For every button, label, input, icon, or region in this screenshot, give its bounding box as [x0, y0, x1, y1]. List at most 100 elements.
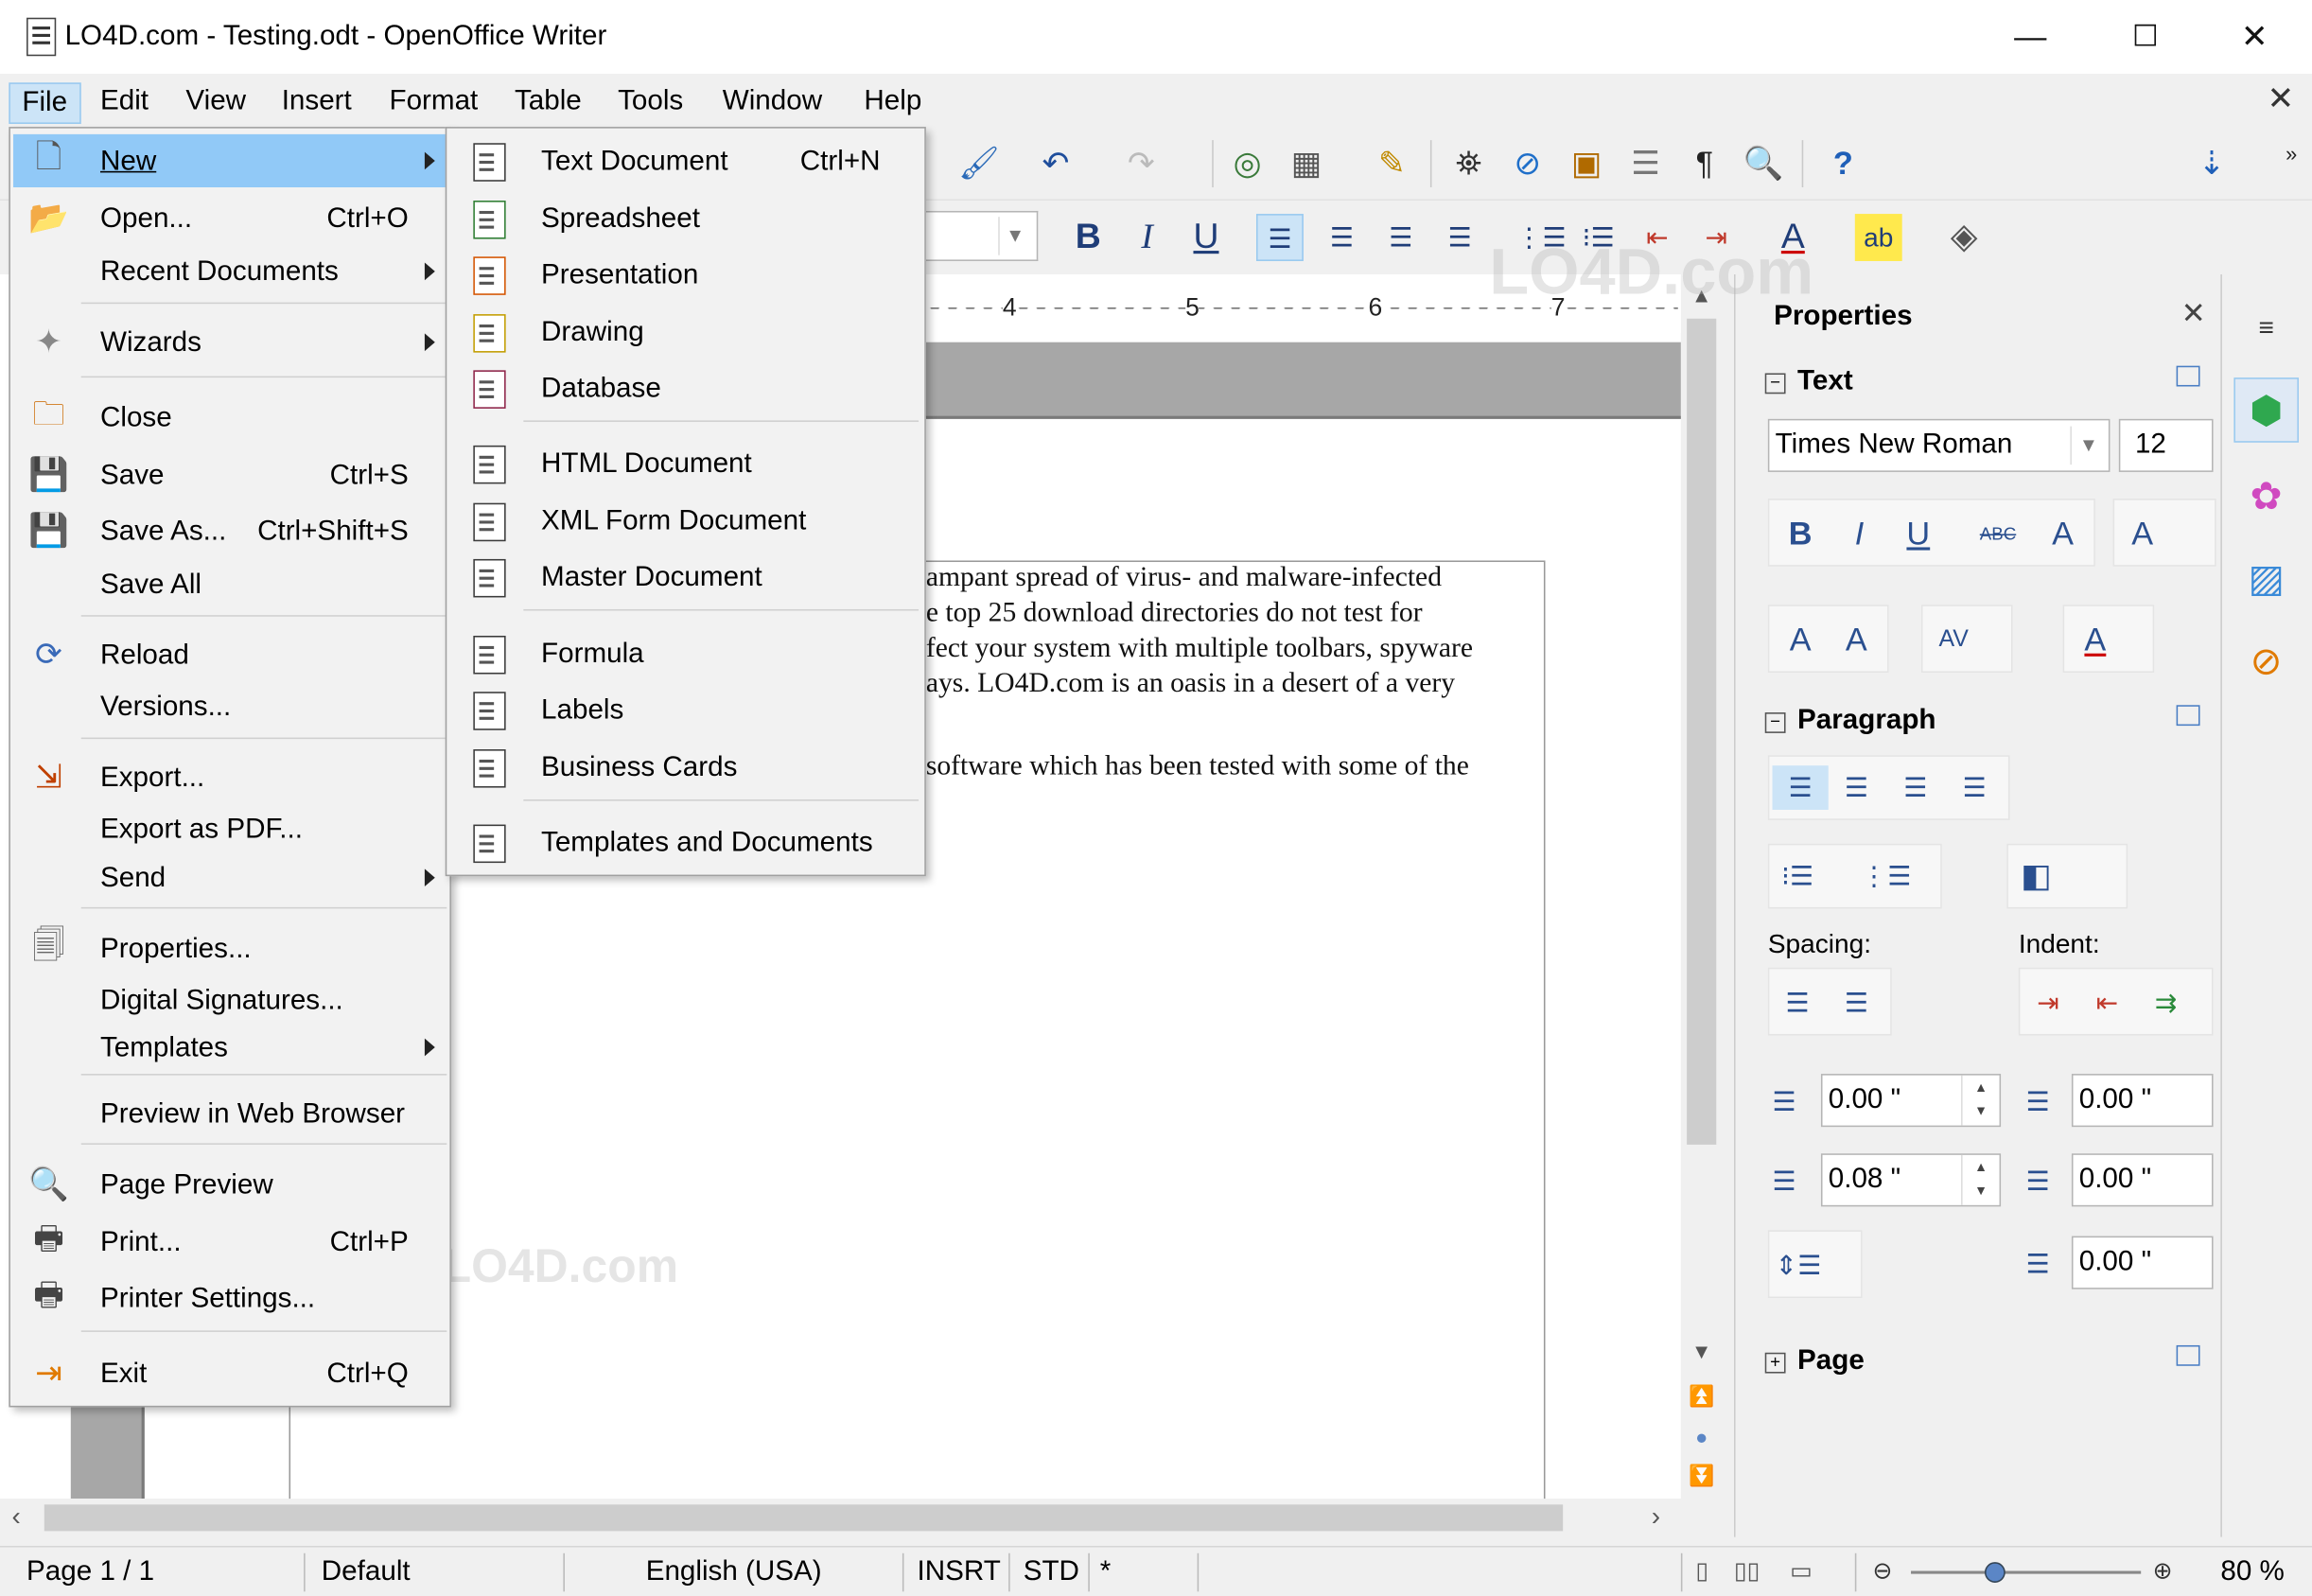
file-menu-versions[interactable]: Versions... — [13, 680, 447, 733]
file-menu-new[interactable]: 🗋 New — [13, 133, 447, 188]
menu-help[interactable]: Help — [852, 82, 934, 121]
decrease-indent-icon[interactable]: ⇤ — [2085, 981, 2129, 1026]
increase-spacing-icon[interactable]: ☰ — [1776, 981, 1820, 1026]
increase-font-icon[interactable]: A — [2120, 512, 2164, 556]
navigator-deck-icon[interactable]: ⊘ — [2233, 628, 2299, 693]
language-status[interactable]: English (USA) — [646, 1556, 822, 1588]
modified-indicator[interactable]: * — [1100, 1556, 1112, 1588]
menu-window[interactable]: Window — [710, 82, 833, 121]
insert-mode[interactable]: INSRT — [917, 1556, 1000, 1588]
italic-icon[interactable]: I — [1837, 512, 1882, 556]
navigator-icon[interactable]: ⊘ — [1507, 143, 1549, 184]
text-section-header[interactable]: − Text — [1764, 366, 1853, 398]
paragraph-background-icon[interactable]: ◧ — [2014, 854, 2058, 899]
navigation-icon[interactable]: ● — [1681, 1425, 1723, 1448]
file-menu-save-as[interactable]: 💾 Save As... Ctrl+Shift+S — [13, 504, 447, 557]
next-page-icon[interactable]: ⏬ — [1681, 1464, 1723, 1489]
spacing-below-field[interactable]: 0.08 " ▲ ▼ — [1820, 1153, 2002, 1207]
new-drawing[interactable]: Drawing — [449, 306, 921, 359]
single-page-view-icon[interactable]: ▯ — [1695, 1556, 1708, 1586]
more-options-icon[interactable] — [2176, 365, 2200, 387]
bold-icon[interactable]: B — [1064, 214, 1112, 261]
collapse-icon[interactable]: − — [1764, 373, 1786, 395]
line-spacing-icon[interactable]: ⇕☰ — [1776, 1243, 1822, 1288]
scroll-thumb[interactable] — [44, 1504, 1564, 1532]
scroll-down-icon[interactable]: ▼ — [1681, 1340, 1723, 1363]
font-size-field[interactable]: 12 — [2118, 418, 2214, 472]
superscript-icon[interactable]: A — [1778, 618, 1823, 662]
file-menu-export-pdf[interactable]: Export as PDF... — [13, 802, 447, 855]
menu-edit[interactable]: Edit — [89, 82, 161, 121]
file-menu-reload[interactable]: ⟳ Reload — [13, 628, 447, 681]
file-menu-digital-signatures[interactable]: Digital Signatures... — [13, 973, 447, 1026]
clone-formatting-icon[interactable]: 🖌 — [958, 143, 1000, 184]
new-spreadsheet[interactable]: Spreadsheet — [449, 192, 921, 245]
close-sidebar-icon[interactable]: ✕ — [2181, 295, 2206, 332]
zoom-slider-thumb[interactable] — [1984, 1562, 2005, 1583]
indent-first-field[interactable]: 0.00 " — [2071, 1236, 2214, 1289]
find-next-arrow-icon[interactable]: ⇣ — [2191, 143, 2233, 184]
justify-icon[interactable]: ☰ — [1436, 214, 1483, 261]
menu-insert[interactable]: Insert — [270, 82, 363, 121]
zoom-out-icon[interactable]: ⊖ — [1873, 1556, 1893, 1586]
find-replace-binoculars-icon[interactable]: ⛯ — [1448, 143, 1490, 184]
hanging-indent-icon[interactable]: ⇉ — [2144, 981, 2188, 1026]
menu-file[interactable]: File — [9, 82, 81, 124]
indent-after-field[interactable]: 0.00 " — [2071, 1153, 2214, 1207]
font-color-icon[interactable]: A — [2073, 618, 2117, 662]
align-left-icon[interactable]: ☰ — [1772, 765, 1829, 810]
data-sources-icon[interactable]: ☰ — [1625, 143, 1667, 184]
page-style[interactable]: Default — [322, 1556, 411, 1588]
file-menu-preview-web[interactable]: Preview in Web Browser — [13, 1087, 447, 1140]
page-count[interactable]: Page 1 / 1 — [26, 1556, 154, 1588]
scroll-thumb[interactable] — [1687, 318, 1717, 1145]
file-menu-export[interactable]: ⇲ Export... — [13, 751, 447, 804]
file-menu-properties[interactable]: 🗐 Properties... — [13, 921, 447, 974]
align-right-icon[interactable]: ☰ — [1377, 214, 1425, 261]
new-templates-and-documents[interactable]: Templates and Documents — [449, 816, 921, 868]
formatting-marks-icon[interactable]: ¶ — [1684, 143, 1725, 184]
zoom-icon[interactable]: 🔍 — [1743, 143, 1784, 184]
strikethrough-icon[interactable]: ABC — [1976, 512, 2021, 556]
shadow-icon[interactable]: A — [2041, 512, 2085, 556]
italic-icon[interactable]: I — [1124, 214, 1171, 261]
new-master-document[interactable]: Master Document — [449, 551, 921, 604]
redo-icon[interactable]: ↷ — [1121, 143, 1163, 184]
file-menu-open[interactable]: 📂 Open... Ctrl+O — [13, 192, 447, 245]
menu-tools[interactable]: Tools — [606, 82, 695, 121]
close-window-button[interactable]: ✕ — [2200, 0, 2309, 74]
menu-table[interactable]: Table — [503, 82, 594, 121]
help-icon[interactable]: ? — [1823, 143, 1865, 184]
file-menu-templates[interactable]: Templates — [13, 1021, 447, 1074]
spin-arrows-icon[interactable]: ▲ ▼ — [1961, 1075, 2000, 1126]
gallery-deck-icon[interactable]: ▨ — [2233, 546, 2299, 611]
align-right-icon[interactable]: ☰ — [1893, 765, 1937, 810]
file-menu-close[interactable]: 🗀 Close — [13, 391, 447, 444]
character-spacing-icon[interactable]: AV — [1932, 618, 1976, 662]
new-presentation[interactable]: Presentation — [449, 248, 921, 301]
more-options-icon[interactable] — [2176, 705, 2200, 727]
new-xml-form-document[interactable]: XML Form Document — [449, 494, 921, 547]
scroll-left-icon[interactable]: ‹ — [11, 1501, 20, 1533]
properties-deck-icon[interactable]: ⬢ — [2233, 377, 2299, 443]
background-color-icon[interactable]: ◈ — [1940, 214, 1988, 261]
indent-before-field[interactable]: 0.00 " — [2071, 1074, 2214, 1128]
numbering-icon[interactable]: ⋮☰ — [1861, 854, 1911, 899]
increase-indent-icon[interactable]: ⇥ — [2026, 981, 2071, 1026]
document-text[interactable]: ampant spread of virus- and malware-infe… — [926, 560, 1531, 784]
maximize-button[interactable]: ☐ — [2091, 0, 2199, 74]
selection-mode[interactable]: STD — [1024, 1556, 1079, 1588]
underline-icon[interactable]: U — [1182, 214, 1230, 261]
toolbar-overflow-icon[interactable]: » — [2270, 132, 2312, 174]
styles-deck-icon[interactable]: ✿ — [2233, 464, 2299, 529]
hyperlink-icon[interactable]: ◎ — [1227, 143, 1269, 184]
close-document-icon[interactable]: ✕ — [2268, 79, 2295, 118]
undo-icon[interactable]: ↶ — [1035, 143, 1077, 184]
file-menu-printer-settings[interactable]: 🖶 Printer Settings... — [13, 1272, 447, 1324]
sidebar-menu-icon[interactable]: ≡ — [2233, 295, 2299, 360]
subscript-icon[interactable]: A — [1834, 618, 1879, 662]
expand-icon[interactable]: + — [1764, 1352, 1786, 1374]
vertical-ruler[interactable] — [11, 1401, 68, 1500]
bold-icon[interactable]: B — [1778, 512, 1823, 556]
file-menu-wizards[interactable]: ✦ Wizards — [13, 316, 447, 369]
